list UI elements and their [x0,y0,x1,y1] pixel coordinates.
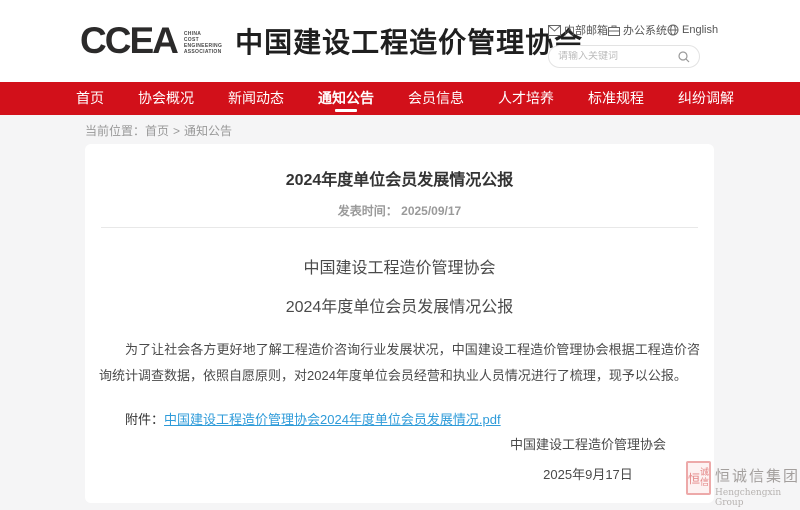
site-logo[interactable]: CCEA CHINA COST ENGINEERING ASSOCIATION … [80,20,583,62]
org-name-cn: 中国建设工程造价管理协会 [235,21,583,61]
nav-item-standards[interactable]: 标准规程 [588,82,644,115]
watermark: 恒 诚 信 恒诚信集团 Hengchengxin Group [686,461,800,508]
article-meta: 发表时间： 2025/09/17 [85,202,714,219]
watermark-name-en: Hengchengxin Group [715,488,800,508]
breadcrumb-separator: > [173,124,180,138]
attachment-pdf-link[interactable]: 中国建设工程造价管理协会2024年度单位会员发展情况.pdf [164,412,501,427]
nav-item-mediation[interactable]: 纠纷调解 [678,82,734,115]
watermark-name-cn: 恒诚信集团 [715,465,800,486]
seal-char: 信 [700,478,709,488]
breadcrumb-current[interactable]: 通知公告 [184,124,232,138]
title-divider [101,227,698,228]
signature-org: 中国建设工程造价管理协会 [510,434,666,453]
logo-acronym: CCEA [80,20,177,62]
quick-link-internal-mail[interactable]: 内部邮箱 [548,22,608,38]
hengchengxin-seal-icon: 恒 诚 信 [686,461,711,495]
seal-char: 恒 [688,463,700,493]
breadcrumb-prefix: 当前位置： [85,124,145,138]
mail-icon [548,25,561,36]
quick-link-label: 办公系统 [623,22,667,38]
quick-link-english[interactable]: English [667,24,718,36]
breadcrumb-home-link[interactable]: 首页 [145,124,169,138]
quick-links: 内部邮箱 办公系统 English [548,22,700,38]
search-icon [678,51,690,63]
article-paragraph: 为了让社会各方更好地了解工程造价咨询行业发展状况，中国建设工程造价管理协会根据工… [99,337,700,389]
nav-item-training[interactable]: 人才培养 [498,82,554,115]
body-heading-title: 2024年度单位会员发展情况公报 [85,293,714,317]
seal-char: 诚 [700,468,709,478]
quick-link-office-system[interactable]: 办公系统 [608,22,667,38]
search-box [548,45,700,68]
search-input[interactable] [558,51,678,62]
attachment-label: 附件： [125,412,164,427]
signature-date: 2025年9月17日 [510,464,666,483]
quick-link-label: 内部邮箱 [564,22,608,38]
nav-item-home[interactable]: 首页 [76,82,104,115]
breadcrumb: 当前位置：首页 > 通知公告 [0,115,800,139]
publish-time-label: 发表时间： [338,204,398,218]
seal-chars: 诚 信 [700,463,709,493]
logo-subtext-line: ASSOCIATION [184,49,222,55]
search-button[interactable] [678,51,690,63]
briefcase-icon [608,25,620,36]
watermark-text: 恒诚信集团 Hengchengxin Group [715,465,800,508]
logo-subtext-line: ENGINEERING [184,43,222,49]
nav-item-about[interactable]: 协会概况 [138,82,194,115]
body-heading-org: 中国建设工程造价管理协会 [85,254,714,278]
nav-item-members[interactable]: 会员信息 [408,82,464,115]
publish-date: 2025/09/17 [401,204,461,218]
header-right: 内部邮箱 办公系统 English [548,22,700,68]
quick-link-label: English [682,24,718,36]
nav-item-news[interactable]: 新闻动态 [228,82,284,115]
site-header: CCEA CHINA COST ENGINEERING ASSOCIATION … [0,0,800,82]
nav-item-notices[interactable]: 通知公告 [318,82,374,115]
article-title: 2024年度单位会员发展情况公报 [85,144,714,190]
globe-icon [667,24,679,36]
attachment-row: 附件：中国建设工程造价管理协会2024年度单位会员发展情况.pdf [99,409,700,428]
main-nav: 首页 协会概况 新闻动态 通知公告 会员信息 人才培养 标准规程 纠纷调解 [0,82,800,115]
signature-block: 中国建设工程造价管理协会 2025年9月17日 [510,434,666,483]
logo-subtext: CHINA COST ENGINEERING ASSOCIATION [184,31,222,55]
article-card: 2024年度单位会员发展情况公报 发表时间： 2025/09/17 中国建设工程… [85,144,714,503]
